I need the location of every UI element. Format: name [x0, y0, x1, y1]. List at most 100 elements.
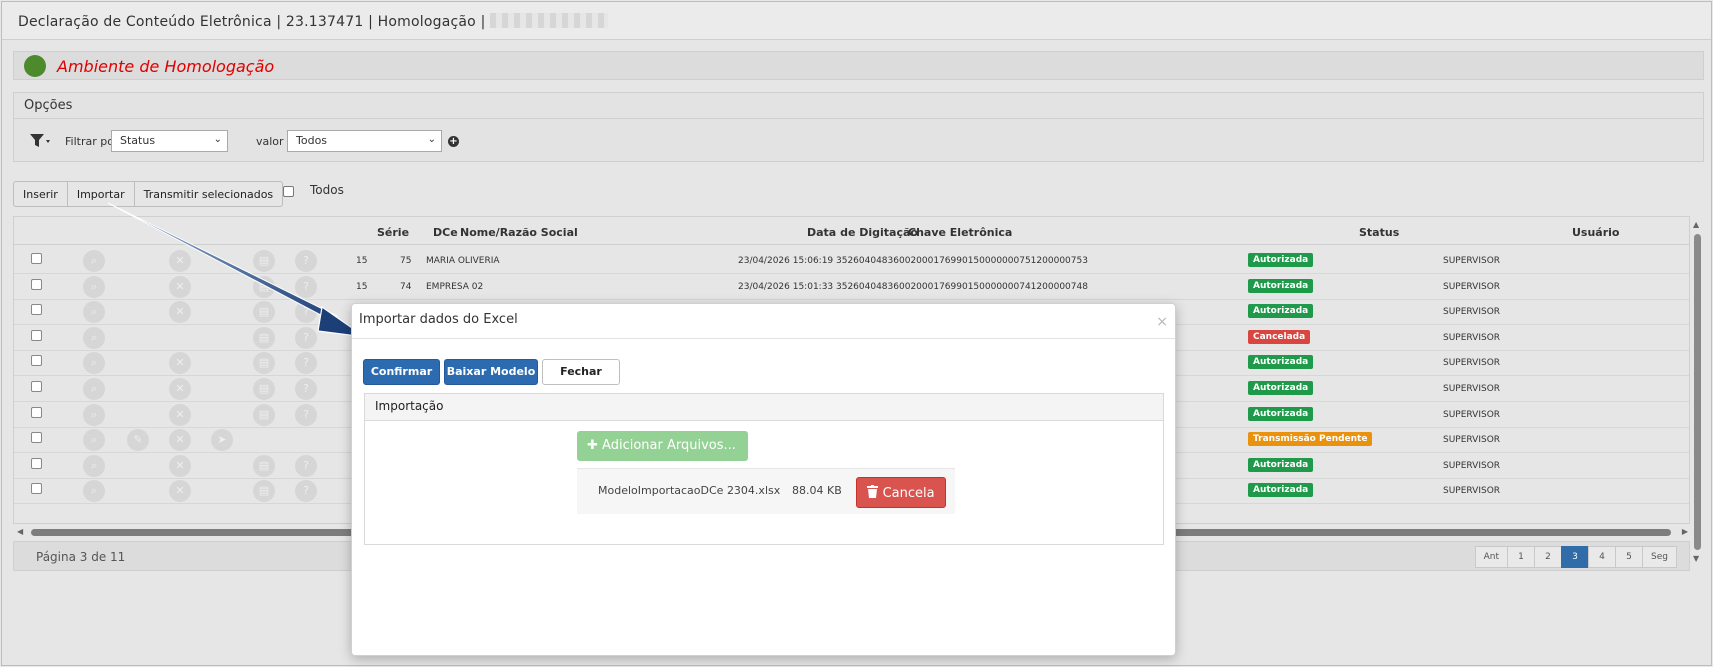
cell-user: SUPERVISOR	[1443, 332, 1501, 343]
row-checkbox[interactable]	[31, 432, 42, 444]
chevron-down-icon: ⌄	[213, 134, 222, 145]
page-link[interactable]: Ant	[1474, 546, 1509, 568]
row-checkbox[interactable]	[31, 355, 42, 367]
value-select[interactable]: Todos ⌄	[287, 130, 442, 152]
close-icon[interactable]: ✕	[169, 480, 191, 503]
add-files-button[interactable]: ✚ Adicionar Arquivos...	[577, 431, 748, 461]
print-icon[interactable]: ▤	[253, 275, 275, 298]
plus-circle-icon[interactable]: +	[448, 136, 459, 147]
print-icon[interactable]: ▤	[253, 378, 275, 400]
cancel-upload-button[interactable]: Cancela	[856, 477, 946, 508]
close-icon[interactable]: ✕	[169, 454, 191, 477]
status-badge: Cancelada	[1248, 329, 1311, 344]
close-button[interactable]: Fechar	[542, 359, 620, 385]
scroll-down-icon[interactable]: ▼	[1693, 554, 1699, 563]
close-icon[interactable]: ✕	[169, 301, 191, 324]
col-name[interactable]: Nome/Razão Social	[460, 226, 578, 239]
search-icon[interactable]: ⌕	[83, 275, 105, 298]
import-button[interactable]: Importar	[68, 182, 135, 206]
row-checkbox[interactable]	[31, 483, 42, 495]
page-info: Página 3 de 11	[36, 550, 126, 564]
cell-user: SUPERVISOR	[1443, 384, 1501, 394]
scroll-up-icon[interactable]: ▲	[1693, 220, 1699, 229]
col-serie[interactable]: Série	[377, 226, 409, 239]
print-icon[interactable]: ▤	[253, 480, 275, 503]
search-icon[interactable]: ⌕	[83, 326, 105, 349]
help-icon[interactable]: ?	[295, 326, 317, 349]
plus-icon: ✚	[587, 438, 598, 453]
col-dce[interactable]: DCe	[433, 226, 458, 239]
select-all-checkbox[interactable]	[283, 186, 294, 197]
status-badge: Autorizada	[1248, 457, 1314, 472]
cell-key: 3526040483600200017699015000000075120000…	[836, 256, 1088, 266]
help-icon[interactable]: ?	[295, 275, 317, 298]
table-row[interactable]: ⌕ ✕ ▤? 15 75 MARIA OLIVERIA 23/04/2026 15:06:1…	[14, 246, 1689, 274]
close-icon[interactable]: ×	[1156, 314, 1168, 330]
row-checkbox[interactable]	[31, 278, 42, 290]
edit-icon[interactable]: ✎	[127, 429, 149, 452]
row-checkbox[interactable]	[31, 329, 42, 341]
print-icon[interactable]: ▤	[253, 352, 275, 375]
insert-button[interactable]: Inserir	[14, 182, 68, 206]
help-icon[interactable]: ?	[295, 250, 317, 272]
close-icon[interactable]: ✕	[169, 250, 191, 272]
print-icon[interactable]: ▤	[253, 403, 275, 426]
scroll-left-icon[interactable]: ◀	[17, 527, 23, 536]
help-icon[interactable]: ?	[295, 352, 317, 375]
import-panel: Importação ✚ Adicionar Arquivos... Model…	[364, 393, 1164, 545]
close-icon[interactable]: ✕	[169, 403, 191, 426]
print-icon[interactable]: ▤	[253, 301, 275, 324]
vertical-scroll-thumb[interactable]	[1694, 234, 1701, 550]
download-template-button[interactable]: Baixar Modelo	[444, 359, 538, 385]
environment-label: Ambiente de Homologação	[57, 57, 275, 76]
scroll-right-icon[interactable]: ▶	[1682, 527, 1688, 536]
print-icon[interactable]: ▤	[253, 454, 275, 477]
filter-field-select[interactable]: Status ⌄	[111, 130, 228, 152]
environment-indicator-icon	[24, 55, 46, 77]
page-link[interactable]: 2	[1534, 546, 1563, 568]
print-icon[interactable]: ▤	[253, 326, 275, 349]
page-link[interactable]: 3	[1561, 546, 1590, 568]
title-bar: Declaração de Conteúdo Eletrônica | 23.1…	[2, 2, 1711, 40]
row-checkbox[interactable]	[31, 406, 42, 418]
search-icon[interactable]: ⌕	[83, 250, 105, 272]
close-icon[interactable]: ✕	[169, 352, 191, 375]
table-row[interactable]: ⌕ ✕ ▤? 15 74 EMPRESA 02 23/04/2026 15:01:33 352…	[14, 272, 1689, 300]
file-item: ModeloImportacaoDCe 2304.xlsx 88.04 KB C…	[577, 468, 955, 514]
print-icon[interactable]: ▤	[253, 250, 275, 272]
help-icon[interactable]: ?	[295, 454, 317, 477]
send-icon[interactable]: ➤	[211, 429, 233, 452]
close-icon[interactable]: ✕	[169, 378, 191, 400]
search-icon[interactable]: ⌕	[83, 454, 105, 477]
transmit-selected-button[interactable]: Transmitir selecionados	[135, 182, 283, 206]
help-icon[interactable]: ?	[295, 480, 317, 503]
page-link[interactable]: 5	[1615, 546, 1644, 568]
search-icon[interactable]: ⌕	[83, 403, 105, 426]
row-checkbox[interactable]	[31, 304, 42, 316]
page-link[interactable]: Seg	[1642, 546, 1677, 568]
help-icon[interactable]: ?	[295, 301, 317, 324]
close-icon[interactable]: ✕	[169, 275, 191, 298]
help-icon[interactable]: ?	[295, 378, 317, 400]
search-icon[interactable]: ⌕	[83, 480, 105, 503]
close-icon[interactable]: ✕	[169, 429, 191, 452]
search-icon[interactable]: ⌕	[83, 301, 105, 324]
page-link[interactable]: 4	[1588, 546, 1617, 568]
row-checkbox[interactable]	[31, 457, 42, 469]
col-user[interactable]: Usuário	[1572, 226, 1620, 239]
status-badge: Autorizada	[1248, 406, 1314, 421]
vertical-scrollbar[interactable]: ▲ ▼	[1690, 216, 1704, 566]
row-checkbox[interactable]	[31, 253, 42, 264]
page-link[interactable]: 1	[1507, 546, 1536, 568]
search-icon[interactable]: ⌕	[83, 378, 105, 400]
search-icon[interactable]: ⌕	[83, 429, 105, 452]
col-key[interactable]: Chave Eletrônica	[908, 226, 1012, 239]
filter-icon[interactable]	[29, 133, 51, 149]
row-checkbox[interactable]	[31, 381, 42, 392]
pagination: Ant 1 2 3 4 5 Seg	[1474, 546, 1677, 568]
search-icon[interactable]: ⌕	[83, 352, 105, 375]
col-date[interactable]: Data de Digitação	[807, 226, 918, 239]
col-status[interactable]: Status	[1359, 226, 1399, 239]
help-icon[interactable]: ?	[295, 403, 317, 426]
confirm-button[interactable]: Confirmar	[363, 359, 440, 385]
